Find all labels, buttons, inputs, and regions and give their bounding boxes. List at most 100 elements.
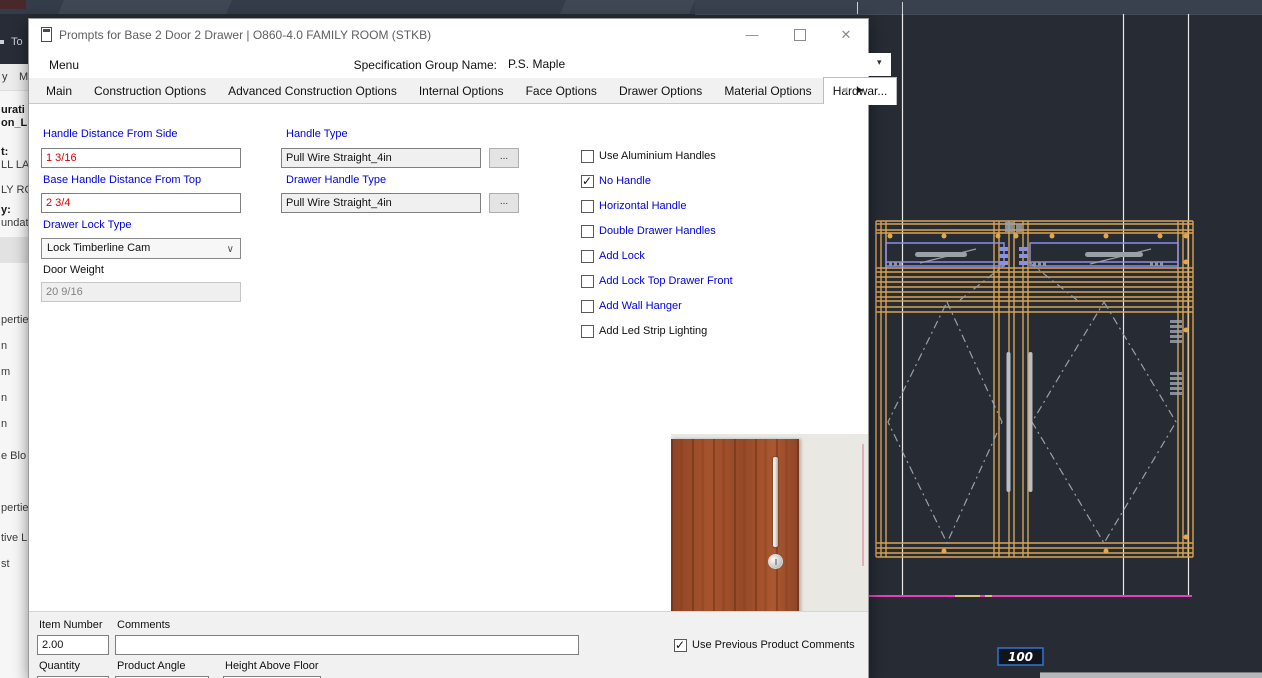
tab-scroll-right-icon[interactable]: ►: [853, 83, 868, 99]
horizontal-handle-checkbox[interactable]: [581, 200, 594, 213]
clipped-text-fragment: y: [2, 71, 8, 83]
screen: To y M urati on_Lit t: LL LA LY RO y: un…: [0, 0, 1262, 678]
select-caret-icon: ∨: [226, 244, 234, 255]
app-tab[interactable]: [560, 0, 695, 14]
dialog-menu-bar: Menu Specification Group Name: P.S. Mapl…: [29, 51, 891, 79]
app-tab-strip: [695, 0, 1262, 15]
clipped-text-fragment: undat: [1, 217, 29, 229]
dialog-title: Prompts for Base 2 Door 2 Drawer | O860-…: [59, 28, 432, 42]
dialog-title-bar[interactable]: Prompts for Base 2 Door 2 Drawer | O860-…: [29, 19, 868, 51]
double-drawer-handles-checkbox[interactable]: [581, 225, 594, 238]
checkbox-label: Add Lock Top Drawer Front: [599, 275, 733, 287]
clipped-text-fragment: pertie: [1, 314, 29, 326]
tab-advanced-construction-options[interactable]: Advanced Construction Options: [217, 79, 408, 104]
handle-type-input[interactable]: [281, 148, 481, 168]
cad-line-through-bar: [902, 2, 903, 14]
use-previous-product-comments-checkbox[interactable]: [674, 638, 687, 652]
add-lock-top-drawer-front-checkbox[interactable]: [581, 275, 594, 288]
base-handle-distance-top-input[interactable]: [41, 193, 241, 213]
checkbox-label: Add Led Strip Lighting: [599, 325, 708, 337]
add-wall-hanger-checkbox[interactable]: [581, 300, 594, 313]
clipped-text-fragment: t:: [1, 146, 9, 158]
spec-group-combobox[interactable]: P.S. Maple: [503, 53, 891, 76]
base-handle-distance-top-label: Base Handle Distance From Top: [43, 174, 202, 186]
app-menu-accent: [0, 0, 26, 9]
add-lock-checkbox[interactable]: [581, 250, 594, 263]
dimension-box[interactable]: 100: [997, 647, 1044, 666]
drawer-lock-type-select[interactable]: Lock Timberline Cam ∨: [41, 238, 241, 259]
clipped-text-fragment: LL LA: [1, 159, 29, 171]
spec-group-label: Specification Group Name:: [353, 58, 497, 72]
checkbox-label: Add Lock: [599, 250, 645, 262]
cabinet-frame: [875, 220, 1194, 558]
tab-main[interactable]: Main: [35, 79, 83, 104]
clipped-text-fragment: m: [1, 366, 11, 378]
dialog-tab-strip: Main Construction Options Advanced Const…: [29, 77, 898, 105]
tab-internal-options[interactable]: Internal Options: [408, 79, 515, 104]
door-weight-label: Door Weight: [43, 264, 104, 276]
handle-distance-side-input[interactable]: [41, 148, 241, 168]
clipped-text-fragment: n: [1, 418, 8, 430]
menu-item-menu[interactable]: Menu: [49, 58, 79, 72]
clipped-text-fragment: y:: [1, 204, 11, 216]
use-aluminium-handles-checkbox[interactable]: [581, 150, 594, 163]
comments-label: Comments: [117, 619, 171, 631]
maximize-button[interactable]: [785, 25, 815, 45]
clipped-text-fragment: To: [11, 36, 23, 48]
tab-scroll-left-icon[interactable]: ◄: [837, 83, 852, 99]
prompts-dialog-icon: [41, 27, 52, 42]
properties-sidebar-sliver: y M urati on_Lit t: LL LA LY RO y: undat…: [0, 64, 29, 678]
cad-line-through-bar: [857, 2, 858, 14]
checkbox-label: Horizontal Handle: [599, 200, 687, 212]
door-preview-image: [671, 434, 868, 631]
tab-drawer-options[interactable]: Drawer Options: [608, 79, 713, 104]
checkbox-label: Double Drawer Handles: [599, 225, 716, 237]
bullet-icon: [0, 40, 4, 44]
checkbox-label: Add Wall Hanger: [599, 300, 682, 312]
product-angle-label: Product Angle: [117, 660, 186, 672]
handle-type-label: Handle Type: [286, 128, 348, 140]
clipped-text-fragment: pertie: [1, 502, 29, 514]
item-number-label: Item Number: [39, 619, 103, 631]
wood-door-panel: [671, 439, 799, 620]
checkbox-label: Use Previous Product Comments: [692, 639, 855, 651]
taskbar-sliver: [1040, 672, 1262, 678]
tab-face-options[interactable]: Face Options: [515, 79, 608, 104]
minimize-button[interactable]: —: [737, 25, 767, 45]
tab-material-options[interactable]: Material Options: [713, 79, 822, 104]
sidebar-section-band: [0, 237, 28, 263]
drawer-lock-type-label: Drawer Lock Type: [43, 219, 132, 231]
dimension-value: 100: [1008, 650, 1033, 664]
tab-construction-options[interactable]: Construction Options: [83, 79, 217, 104]
height-above-floor-label: Height Above Floor: [225, 660, 319, 672]
item-number-input[interactable]: [37, 635, 109, 655]
app-breadcrumb-strip: To: [0, 14, 28, 64]
door-handle-preview: [773, 457, 778, 547]
sidebar-toolbar: y M: [0, 64, 28, 91]
app-tab[interactable]: [58, 0, 232, 14]
checkbox-label: No Handle: [599, 175, 651, 187]
clipped-text-fragment: urati: [1, 104, 25, 116]
drawer-handle-type-input[interactable]: [281, 193, 481, 213]
cad-viewport[interactable]: 100: [869, 14, 1262, 678]
checkbox-label: Use Aluminium Handles: [599, 150, 716, 162]
clipped-text-fragment: e Blo: [1, 450, 27, 462]
clipped-text-fragment: tive L: [1, 532, 28, 544]
comments-input[interactable]: [115, 635, 579, 655]
add-led-strip-lighting-checkbox[interactable]: [581, 325, 594, 338]
app-title-bar: [0, 0, 1262, 15]
door-weight-input: [41, 282, 241, 302]
quantity-label: Quantity: [39, 660, 80, 672]
clipped-text-fragment: LY RO: [1, 184, 28, 196]
prompts-dialog: Prompts for Base 2 Door 2 Drawer | O860-…: [28, 18, 898, 678]
tab-content-hardware: Handle Distance From Side Base Handle Di…: [29, 104, 868, 631]
clipped-text-fragment: n: [1, 340, 8, 352]
door-handles: [1006, 352, 1033, 492]
combo-caret-icon[interactable]: ▾: [877, 57, 882, 68]
no-handle-checkbox[interactable]: [581, 174, 594, 188]
close-button[interactable]: ✕: [831, 25, 861, 45]
handle-type-browse-button[interactable]: ...: [489, 148, 519, 168]
preview-edge-highlight: [862, 444, 864, 566]
drawer-handle-type-label: Drawer Handle Type: [286, 174, 387, 186]
drawer-handle-type-browse-button[interactable]: ...: [489, 193, 519, 213]
